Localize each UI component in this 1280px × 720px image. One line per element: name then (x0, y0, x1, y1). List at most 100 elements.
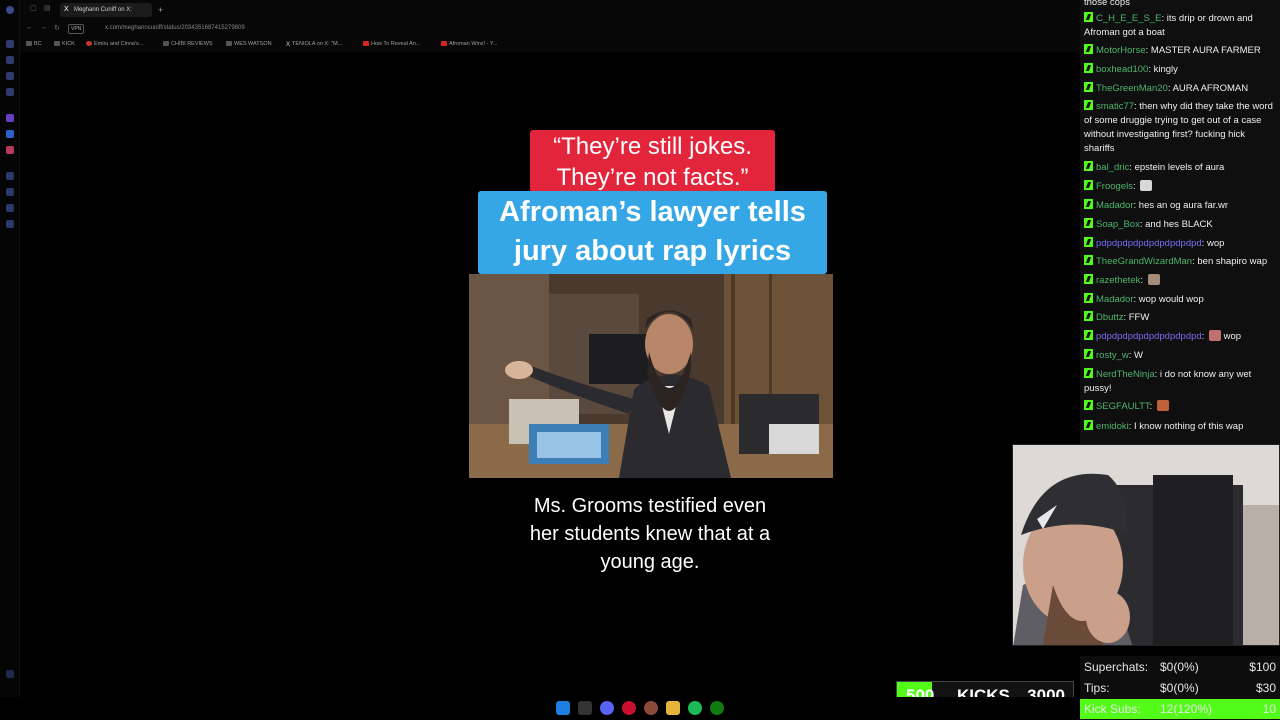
chat-separator: : (1140, 275, 1146, 286)
video-caption: Ms. Grooms testified even her students k… (529, 495, 771, 573)
chat-username[interactable]: rosty_w (1096, 350, 1129, 361)
chat-message: Soap_Box: and hes BLACK (1084, 218, 1276, 232)
obs-icon[interactable] (644, 701, 658, 715)
tab-title: Meghann Cuniff on X: (74, 7, 132, 13)
youtube-icon (363, 41, 369, 47)
chat-username[interactable]: pdpdpdpdpdpdpdpdpdpd (1096, 238, 1202, 249)
chat-message: bal_dric: epstein levels of aura (1084, 161, 1276, 175)
chat-text: epstein levels of aura (1134, 162, 1225, 173)
sidebar-settings-icon[interactable] (6, 220, 14, 228)
chat-emote-icon (1208, 330, 1221, 341)
chat-username[interactable]: bal_dric (1096, 162, 1129, 173)
chat-emote-icon (1156, 400, 1169, 411)
chat-username[interactable]: NerdTheNinja (1096, 369, 1155, 380)
tab-active[interactable]: X Meghann Cuniff on X: (60, 3, 152, 17)
video-player[interactable]: “They’re still jokes. They’re not facts.… (460, 120, 840, 600)
chat-text: AURA AFROMAN (1172, 83, 1249, 94)
chat-username[interactable]: MotorHorse (1096, 45, 1146, 56)
tab-sidebar-icon[interactable]: ▢ (30, 4, 37, 12)
webcam-scene (1013, 445, 1279, 645)
chat-message: MotorHorse: MASTER AURA FARMER (1084, 44, 1276, 58)
sidebar-history-icon[interactable] (6, 72, 14, 80)
kick-badge-icon (1084, 82, 1093, 92)
bookmark-item[interactable]: X TENIOLA on X: "M... (286, 40, 342, 49)
reload-icon[interactable]: ↻ (54, 24, 60, 32)
chat-message: C_H_E_E_S_E: its drip or drown and Afrom… (1084, 12, 1276, 40)
chat-message: Madador: wop would wop (1084, 293, 1276, 307)
goals-panel: Superchats: $0(0%) $100 Tips: $0(0%) $30… (1080, 656, 1280, 720)
chat-message: razethetek: (1084, 274, 1276, 288)
chat-username[interactable]: smatic77 (1096, 101, 1134, 112)
twitch-icon[interactable] (6, 114, 14, 122)
chat-message: Dbuttz: FFW (1084, 311, 1276, 325)
chat-text: hes an og aura far.wr (1138, 200, 1229, 211)
chat-message: SEGFAULTT: (1084, 400, 1276, 414)
kick-badge-icon (1084, 349, 1093, 359)
chat-username[interactable]: pdpdpdpdpdpdpdpdpdpd (1096, 331, 1202, 342)
forward-icon[interactable]: → (40, 24, 47, 31)
sidebar-notes-icon[interactable] (6, 188, 14, 196)
bookmark-item[interactable]: BC (26, 40, 42, 49)
instagram-icon[interactable] (6, 146, 14, 154)
quote-banner: “They’re still jokes. They’re not facts.… (530, 130, 775, 192)
vpn-badge[interactable]: VPN (68, 24, 85, 34)
chat-message: pdpdpdpdpdpdpdpdpdpd: wop (1084, 237, 1276, 251)
start-icon[interactable] (556, 701, 570, 715)
chat-username[interactable]: Dbuttz (1096, 312, 1123, 323)
chat-message: Madador: hes an og aura far.wr (1084, 199, 1276, 213)
chat-text: wop would wop (1138, 294, 1204, 305)
opera-icon[interactable] (622, 701, 636, 715)
kick-badge-icon (1084, 330, 1093, 340)
search-icon[interactable] (578, 701, 592, 715)
chat-text: ben shapiro wap (1197, 256, 1268, 267)
chat-panel[interactable]: those cops C_H_E_E_S_E: its drip or drown… (1080, 0, 1280, 444)
browser-logo-icon[interactable] (6, 6, 14, 14)
bookmark-item[interactable]: Emiru and Cinna's... (86, 40, 143, 49)
chat-text: FFW (1128, 312, 1150, 323)
chat-username[interactable]: emidoki (1096, 421, 1129, 432)
chat-message: those cops (1084, 0, 1276, 10)
sidebar-window-icon[interactable] (6, 204, 14, 212)
back-icon[interactable]: ← (26, 24, 33, 31)
bookmark-item[interactable]: How To Reveal An... (363, 40, 420, 49)
url-field[interactable]: x.com/meghanncuniff/status/2034351687415… (105, 25, 245, 31)
chat-username[interactable]: C_H_E_E_S_E (1096, 13, 1161, 24)
bookmark-item[interactable]: CHIBI REVIEWS (163, 40, 213, 49)
youtube-icon (441, 41, 447, 47)
bookmark-item[interactable]: KICK (54, 40, 75, 49)
chat-text: W (1134, 350, 1143, 361)
chat-username[interactable]: Soap_Box (1096, 219, 1140, 230)
screen: ▢ ▤ X Meghann Cuniff on X: + ← → ↻ VPN x… (0, 0, 1280, 720)
chat-separator: : (1201, 331, 1207, 342)
kick-badge-icon (1084, 199, 1093, 209)
sidebar-downloads-icon[interactable] (6, 88, 14, 96)
kick-badge-icon (1084, 44, 1093, 54)
xbox-icon[interactable] (710, 701, 724, 715)
chat-username[interactable]: SEGFAULTT (1096, 401, 1150, 412)
courtroom-scene (469, 274, 833, 478)
chat-username[interactable]: TheGreenMan20 (1096, 83, 1168, 94)
folder-icon[interactable] (666, 701, 680, 715)
chat-username[interactable]: razethetek (1096, 275, 1140, 286)
bookmark-item[interactable]: WES WATSON (226, 40, 272, 49)
kick-badge-icon (1084, 218, 1093, 228)
tab-menu-icon[interactable]: ▤ (44, 4, 51, 12)
sidebar-clock-icon[interactable] (6, 172, 14, 180)
sidebar-panel-icon[interactable] (6, 670, 14, 678)
bookmark-item[interactable]: Afroman Wins! - Y... (441, 40, 497, 49)
sidebar-tabs-icon[interactable] (6, 40, 14, 48)
chat-separator: : (1132, 181, 1139, 192)
chat-text: and hes BLACK (1145, 219, 1213, 230)
discord-icon[interactable] (600, 701, 614, 715)
chat-username[interactable]: boxhead100 (1096, 64, 1148, 75)
chat-username[interactable]: Madador (1096, 200, 1134, 211)
kick-badge-icon (1084, 311, 1093, 321)
chat-username[interactable]: Madador (1096, 294, 1134, 305)
chat-username[interactable]: TheeGrandWizardMan (1096, 256, 1192, 267)
chat-username[interactable]: Froogels (1096, 181, 1133, 192)
sidebar-bookmarks-icon[interactable] (6, 56, 14, 64)
spotify-icon[interactable] (688, 701, 702, 715)
chat-emote-icon (1147, 274, 1160, 285)
new-tab-button[interactable]: + (158, 3, 163, 17)
messenger-icon[interactable] (6, 130, 14, 138)
